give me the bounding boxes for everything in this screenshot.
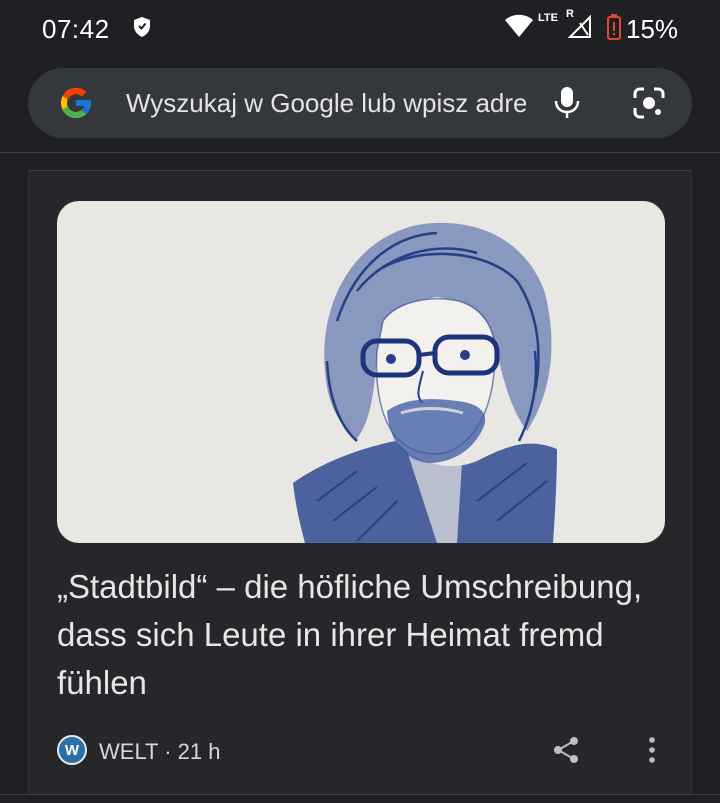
google-logo xyxy=(61,88,91,118)
mic-icon[interactable] xyxy=(554,86,580,120)
search-bar[interactable] xyxy=(28,68,692,138)
article-image[interactable] xyxy=(57,201,665,543)
battery-percentage: 15% xyxy=(626,14,679,44)
lens-icon[interactable] xyxy=(632,86,666,120)
status-bar: 07:42 LTE R 15% xyxy=(0,0,720,58)
article-headline[interactable]: „Stadtbild“ – die höfliche Umschreibung,… xyxy=(57,563,677,707)
search-input[interactable] xyxy=(126,86,526,120)
status-time: 07:42 xyxy=(42,14,110,44)
shield-icon xyxy=(134,17,150,37)
share-icon[interactable] xyxy=(551,735,581,765)
source-logo: W xyxy=(57,735,87,765)
wifi-icon xyxy=(505,14,533,37)
network-type: LTE xyxy=(538,12,558,24)
portrait-sketch xyxy=(293,222,557,543)
news-card[interactable]: „Stadtbild“ – die höfliche Umschreibung,… xyxy=(28,170,692,803)
article-meta: W WELT · 21 h xyxy=(57,731,665,771)
next-card-edge xyxy=(0,794,720,803)
signal-icon xyxy=(568,15,591,38)
source-and-time: WELT · 21 h xyxy=(99,739,221,764)
more-vert-icon[interactable] xyxy=(645,735,659,765)
divider xyxy=(0,152,720,153)
battery-low-icon xyxy=(607,14,621,40)
